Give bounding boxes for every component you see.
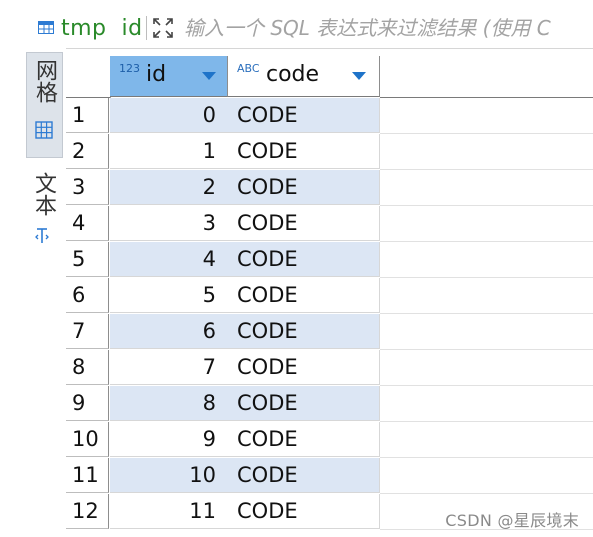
table-row[interactable]: 9 8 CODE [66, 386, 593, 422]
table-row[interactable]: 5 4 CODE [66, 242, 593, 278]
cell-id[interactable]: 2 [110, 170, 228, 205]
tab-grid[interactable]: 网格 [26, 52, 63, 158]
row-filler [380, 134, 593, 170]
row-number[interactable]: 12 [66, 494, 109, 529]
filter-input[interactable] [184, 12, 593, 44]
text-type-icon: ABC [237, 62, 260, 75]
row-filler [380, 170, 593, 206]
cell-id[interactable]: 5 [110, 278, 228, 313]
cell-id[interactable]: 3 [110, 206, 228, 241]
row-filler [380, 386, 593, 422]
header-row: 123 id ABC code [66, 56, 593, 98]
row-filler [380, 278, 593, 314]
cell-code[interactable]: CODE [228, 134, 380, 169]
toolbar-divider [146, 16, 147, 40]
table-row[interactable]: 6 5 CODE [66, 278, 593, 314]
table-row[interactable]: 7 6 CODE [66, 314, 593, 350]
row-number[interactable]: 3 [66, 170, 109, 205]
cell-id[interactable]: 11 [110, 494, 228, 529]
table-row[interactable]: 4 3 CODE [66, 206, 593, 242]
tab-text[interactable]: 文本 [26, 168, 61, 258]
row-filler [380, 98, 593, 134]
cell-code[interactable]: CODE [228, 314, 380, 349]
cell-code[interactable]: CODE [228, 98, 380, 133]
row-number[interactable]: 8 [66, 350, 109, 385]
column-header-label: code [266, 62, 320, 87]
row-number[interactable]: 9 [66, 386, 109, 421]
row-number[interactable]: 2 [66, 134, 109, 169]
row-filler [380, 206, 593, 242]
row-filler [380, 242, 593, 278]
row-filler [380, 458, 593, 494]
table-row[interactable]: 3 2 CODE [66, 170, 593, 206]
cell-id[interactable]: 7 [110, 350, 228, 385]
cell-code[interactable]: CODE [228, 494, 380, 529]
column-header-id[interactable]: 123 id [110, 56, 228, 97]
row-number[interactable]: 11 [66, 458, 109, 493]
view-tabs: 网格 文本 [18, 48, 66, 537]
table-row[interactable]: 11 10 CODE [66, 458, 593, 494]
cell-id[interactable]: 1 [110, 134, 228, 169]
table-name: tmp id [61, 16, 143, 41]
row-number[interactable]: 6 [66, 278, 109, 313]
expand-icon[interactable] [151, 16, 175, 40]
cell-id[interactable]: 6 [110, 314, 228, 349]
column-header-code[interactable]: ABC code [228, 56, 380, 97]
row-number[interactable]: 10 [66, 422, 109, 457]
cell-id[interactable]: 10 [110, 458, 228, 493]
cell-code[interactable]: CODE [228, 278, 380, 313]
text-icon [35, 228, 49, 243]
numeric-type-icon: 123 [119, 62, 140, 75]
cell-code[interactable]: CODE [228, 242, 380, 277]
sort-arrow-icon[interactable] [202, 72, 216, 80]
table-row[interactable]: 8 7 CODE [66, 350, 593, 386]
sort-arrow-icon[interactable] [352, 72, 366, 80]
cell-id[interactable]: 9 [110, 422, 228, 457]
watermark: CSDN @星辰境末 [445, 511, 579, 530]
cell-code[interactable]: CODE [228, 386, 380, 421]
row-number[interactable]: 7 [66, 314, 109, 349]
table-icon [38, 21, 54, 34]
row-filler [380, 314, 593, 350]
cell-code[interactable]: CODE [228, 170, 380, 205]
header-filler [380, 56, 593, 98]
row-number[interactable]: 1 [66, 98, 109, 133]
cell-id[interactable]: 8 [110, 386, 228, 421]
cell-code[interactable]: CODE [228, 206, 380, 241]
table-row[interactable]: 2 1 CODE [66, 134, 593, 170]
row-number[interactable]: 4 [66, 206, 109, 241]
grid-icon [35, 121, 53, 139]
cell-id[interactable]: 4 [110, 242, 228, 277]
row-filler [380, 350, 593, 386]
filter-toolbar: tmp id [18, 8, 593, 49]
cell-code[interactable]: CODE [228, 350, 380, 385]
row-number[interactable]: 5 [66, 242, 109, 277]
tab-text-label: 文本 [31, 172, 56, 216]
table-row[interactable]: 10 9 CODE [66, 422, 593, 458]
column-header-label: id [146, 62, 167, 87]
header-corner [66, 56, 111, 98]
cell-code[interactable]: CODE [228, 422, 380, 457]
cell-code[interactable]: CODE [228, 458, 380, 493]
table-row[interactable]: 1 0 CODE [66, 98, 593, 134]
row-filler [380, 422, 593, 458]
results-panel: tmp id 网格 文本 [18, 0, 593, 537]
cell-id[interactable]: 0 [110, 98, 228, 133]
tab-grid-label: 网格 [32, 59, 57, 103]
